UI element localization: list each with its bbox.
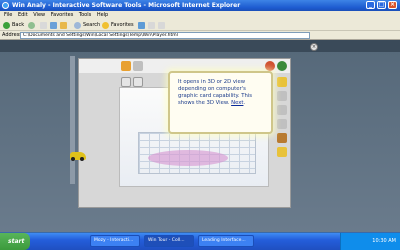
home-icon[interactable]: [60, 22, 67, 29]
system-tray: 10:30 AM: [340, 233, 400, 250]
app-info-icon[interactable]: [277, 61, 287, 71]
search-label[interactable]: Search: [83, 22, 100, 29]
side-panel-strip: [70, 56, 75, 184]
address-bar: Address C:\Documents and Settings\Win\Lo…: [0, 31, 400, 40]
taskbar: start Mozy - Interacti... Win Tour - Col…: [0, 233, 400, 250]
menu-favorites[interactable]: Favorites: [51, 12, 74, 18]
back-arrow-icon[interactable]: [3, 22, 10, 29]
app-side-button[interactable]: [277, 147, 287, 157]
taskbar-item[interactable]: Leading Interface...: [198, 235, 254, 247]
menu-bar: File Edit View Favorites Tools Help: [0, 11, 400, 20]
address-label: Address: [2, 32, 22, 38]
app-help-icon[interactable]: [265, 61, 275, 71]
tooltip-next-link[interactable]: Next: [231, 100, 243, 106]
window-titlebar: Win Analy - Interactive Software Tools -…: [0, 0, 400, 11]
back-label[interactable]: Back: [12, 22, 24, 29]
standard-toolbar: Back Search Favorites: [0, 20, 400, 31]
maximize-button[interactable]: □: [377, 1, 386, 9]
app-side-button[interactable]: [277, 91, 287, 101]
car-icon[interactable]: [70, 152, 86, 161]
taskbar-item[interactable]: Mozy - Interacti...: [90, 235, 140, 247]
favorites-label[interactable]: Favorites: [111, 22, 134, 29]
content-header-strip: [0, 40, 400, 52]
clock[interactable]: 10:30 AM: [372, 238, 396, 244]
help-tooltip: It opens in 3D or 2D view depending on c…: [168, 71, 273, 134]
app-view-button[interactable]: [121, 77, 131, 87]
minimize-button[interactable]: _: [366, 1, 375, 9]
app-side-button[interactable]: [277, 119, 287, 129]
forward-arrow-icon[interactable]: [28, 22, 35, 29]
app-tool-icon[interactable]: [121, 61, 131, 71]
coverage-ellipse: [148, 150, 228, 166]
app-settings-icon[interactable]: [277, 77, 287, 87]
print-icon[interactable]: [158, 22, 165, 29]
close-button[interactable]: ×: [388, 1, 397, 9]
taskbar-item[interactable]: Win Tour - Coll...: [144, 235, 194, 247]
refresh-icon[interactable]: [50, 22, 57, 29]
window-title: Win Analy - Interactive Software Tools -…: [12, 2, 241, 9]
start-button[interactable]: start: [0, 233, 30, 250]
mail-icon[interactable]: [148, 22, 155, 29]
menu-edit[interactable]: Edit: [18, 12, 28, 18]
app-view-button[interactable]: [133, 77, 143, 87]
tooltip-period: .: [243, 100, 246, 106]
app-tool-icon[interactable]: [133, 61, 143, 71]
stop-icon[interactable]: [40, 22, 47, 29]
content-close-icon[interactable]: ×: [310, 43, 318, 51]
menu-file[interactable]: File: [4, 12, 12, 18]
search-icon[interactable]: [74, 22, 81, 29]
address-input[interactable]: C:\Documents and Settings\Win\Local Sett…: [20, 32, 310, 39]
app-side-button[interactable]: [277, 133, 287, 143]
ie-icon: [2, 2, 9, 9]
app-side-button[interactable]: [277, 105, 287, 115]
favorites-star-icon[interactable]: [102, 22, 109, 29]
menu-view[interactable]: View: [33, 12, 45, 18]
menu-tools[interactable]: Tools: [79, 12, 91, 18]
history-icon[interactable]: [138, 22, 145, 29]
menu-help[interactable]: Help: [97, 12, 108, 18]
